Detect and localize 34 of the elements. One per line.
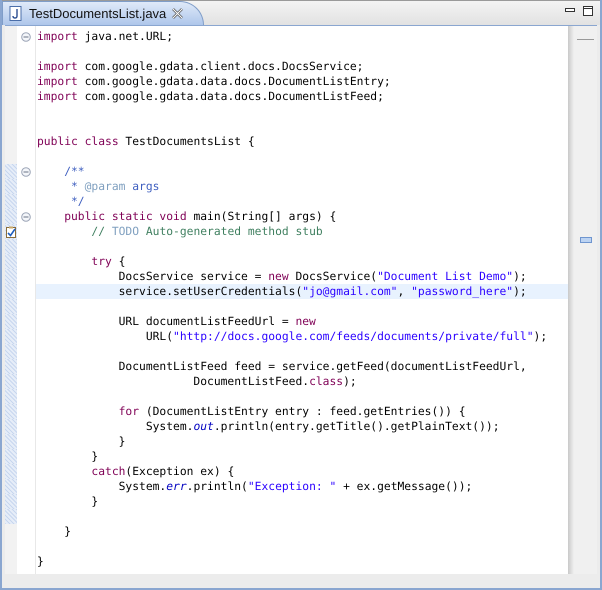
code-line: DocumentListFeed feed = service.getFeed(documentListFeedUrl, (118, 359, 528, 374)
code-line: import com.google.gdata.data.docs.DocumentListEntry; (36, 74, 392, 89)
maximize-icon[interactable] (582, 5, 594, 17)
code-line: import com.google.gdata.client.docs.DocsService; (36, 59, 364, 74)
code-line: System.out.println(entry.getTitle().getPlainText()); (144, 419, 500, 434)
code-line: URL("http://docs.google.com/feeds/documents/private/full"); (144, 329, 548, 344)
code-line: public static void main(String[] args) { (63, 209, 338, 224)
code-line: } (63, 524, 72, 539)
editor-tab[interactable]: TestDocumentsList.java (2, 1, 204, 25)
code-line: DocsService service = new DocsService("Document List Demo"); (118, 269, 528, 284)
code-line: import java.net.URL; (36, 29, 174, 44)
code-line: } (36, 554, 45, 569)
code-line: import com.google.gdata.data.docs.DocumentListFeed; (36, 89, 385, 104)
code-line: URL documentListFeedUrl = new (118, 314, 317, 329)
code-line: /** (63, 164, 86, 179)
code-line: } (90, 449, 100, 464)
collapse-icon[interactable] (21, 166, 31, 176)
code-line: * @param args (70, 179, 160, 194)
code-line: catch(Exception ex) { (90, 464, 236, 479)
code-line: } (118, 434, 126, 449)
code-line: try { (90, 254, 126, 269)
collapse-icon[interactable] (21, 212, 31, 222)
code-line: DocumentListFeed.class); (192, 374, 358, 389)
code-line: */ (70, 194, 86, 209)
code-line: for (DocumentListEntry entry : feed.getEntries()) { (118, 404, 466, 419)
java-file-icon (9, 6, 23, 21)
task-marker[interactable] (580, 237, 592, 244)
code-line: public class TestDocumentsList { (36, 134, 256, 149)
code-editor[interactable] (5, 25, 597, 574)
close-icon[interactable] (172, 8, 184, 19)
code-line: System.err.println("Exception: " + ex.getMessage()); (118, 479, 474, 494)
code-line: // TODO Auto-generated method stub (90, 224, 324, 239)
code-line: } (90, 494, 100, 509)
collapse-icon[interactable] (21, 32, 31, 42)
